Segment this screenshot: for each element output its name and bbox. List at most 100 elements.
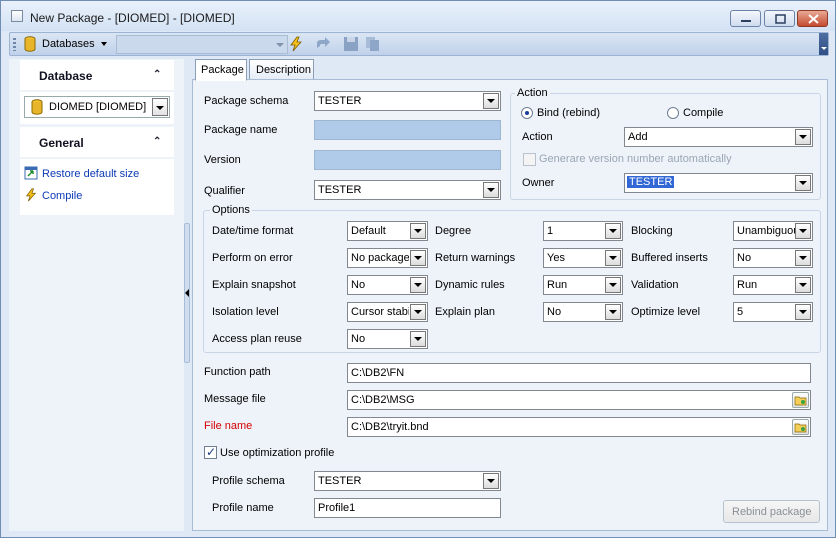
owner-select[interactable]: TESTER — [624, 173, 813, 193]
perform-on-error-select[interactable]: No package — [347, 248, 428, 268]
chevron-down-icon[interactable] — [795, 277, 811, 293]
package-name-label: Package name — [204, 124, 278, 136]
compile-lightning-icon[interactable] — [288, 36, 304, 52]
toolbar-grip[interactable] — [13, 38, 16, 51]
profile-name-input[interactable]: Profile1 — [314, 498, 501, 518]
rebind-package-label: Rebind package — [732, 506, 812, 518]
database-selector[interactable]: DIOMED [DIOMED] — [24, 96, 170, 118]
use-optimization-profile-label: Use optimization profile — [220, 447, 335, 459]
return-warnings-select[interactable]: Yes — [543, 248, 623, 268]
compile-link[interactable]: Compile — [24, 188, 172, 204]
generate-version-checkbox[interactable] — [523, 153, 536, 166]
blocking-label: Blocking — [631, 225, 673, 237]
sidebar: Database ⌃ DIOMED [DIOMED] General ⌃ Res… — [9, 59, 184, 531]
degree-select[interactable]: 1 — [543, 221, 623, 241]
explain-plan-select[interactable]: No — [543, 302, 623, 322]
chevron-down-icon[interactable] — [795, 223, 811, 239]
validation-select[interactable]: Run — [733, 275, 813, 295]
collapse-left-icon — [185, 289, 189, 297]
use-optimization-profile-checkbox[interactable] — [204, 445, 217, 459]
chevron-down-icon[interactable] — [483, 182, 499, 198]
function-path-input[interactable]: C:\DB2\FN — [347, 363, 811, 383]
window-title: New Package - [DIOMED] - [DIOMED] — [30, 11, 235, 25]
profile-schema-select[interactable]: TESTER — [314, 471, 501, 491]
compile-radio[interactable] — [667, 107, 679, 119]
database-icon — [24, 36, 36, 52]
tab-package[interactable]: Package — [195, 59, 247, 81]
chevron-down-icon[interactable] — [605, 250, 621, 266]
compile-radio-label: Compile — [683, 107, 724, 119]
chevron-down-icon[interactable] — [483, 473, 499, 489]
chevron-down-icon[interactable] — [795, 129, 811, 145]
collapse-chevron-icon: ⌃ — [153, 136, 162, 147]
access-plan-reuse-select[interactable]: No — [347, 329, 428, 349]
optimize-level-select[interactable]: 5 — [733, 302, 813, 322]
chevron-down-icon[interactable] — [410, 277, 426, 293]
browse-folder-button[interactable] — [792, 419, 809, 435]
rebind-package-button[interactable]: Rebind package — [723, 500, 820, 523]
maximize-button[interactable] — [764, 10, 795, 27]
chevron-down-icon[interactable] — [605, 277, 621, 293]
tab-description-label: Description — [256, 64, 312, 76]
isolation-level-value: Cursor stability — [351, 306, 409, 318]
blocking-select[interactable]: Unambiguous — [733, 221, 813, 241]
toolbar-overflow-button[interactable] — [819, 33, 828, 55]
generate-version-label: Generare version number automatically — [539, 153, 732, 165]
database-section-header[interactable]: Database ⌃ — [20, 60, 174, 90]
dynamic-rules-select[interactable]: Run — [543, 275, 623, 295]
file-name-label: File name — [204, 420, 253, 432]
databases-dropdown[interactable]: Databases — [42, 38, 95, 50]
message-file-label: Message file — [204, 393, 266, 405]
chevron-down-icon[interactable] — [410, 223, 426, 239]
buffered-inserts-select[interactable]: No — [733, 248, 813, 268]
owner-value: TESTER — [627, 176, 675, 188]
copy-icon[interactable] — [365, 36, 381, 52]
object-combo[interactable] — [116, 35, 288, 54]
datetime-format-value: Default — [351, 225, 386, 237]
qualifier-select[interactable]: TESTER — [314, 180, 501, 200]
chevron-down-icon[interactable] — [483, 93, 499, 109]
close-button[interactable] — [797, 10, 828, 27]
tab-description[interactable]: Description — [249, 59, 314, 80]
package-schema-value: TESTER — [318, 95, 362, 107]
minimize-button[interactable] — [730, 10, 761, 27]
datetime-format-select[interactable]: Default — [347, 221, 428, 241]
chevron-down-icon[interactable] — [410, 304, 426, 320]
file-name-input[interactable]: C:\DB2\tryit.bnd — [347, 417, 811, 437]
forward-icon[interactable] — [315, 36, 331, 52]
message-file-input[interactable]: C:\DB2\MSG — [347, 390, 811, 410]
chevron-down-icon[interactable] — [605, 304, 621, 320]
close-icon — [808, 14, 819, 24]
chevron-down-icon[interactable] — [795, 250, 811, 266]
bind-radio[interactable] — [521, 107, 533, 119]
version-input[interactable] — [314, 150, 501, 170]
explain-snapshot-select[interactable]: No — [347, 275, 428, 295]
general-header-label: General — [39, 136, 84, 150]
sidebar-splitter[interactable] — [184, 223, 192, 363]
qualifier-value: TESTER — [318, 184, 362, 196]
browse-folder-button[interactable] — [792, 392, 809, 408]
restore-size-icon — [24, 166, 38, 180]
chevron-down-icon[interactable] — [410, 331, 426, 347]
chevron-down-icon[interactable] — [795, 175, 811, 191]
chevron-down-icon[interactable] — [795, 304, 811, 320]
tab-package-label: Package — [201, 64, 244, 76]
package-name-input[interactable] — [314, 120, 501, 140]
restore-default-size-link[interactable]: Restore default size — [24, 166, 172, 182]
degree-label: Degree — [435, 225, 472, 237]
explain-plan-label: Explain plan — [435, 306, 495, 318]
general-section-header[interactable]: General ⌃ — [20, 127, 174, 157]
isolation-level-select[interactable]: Cursor stability — [347, 302, 428, 322]
chevron-down-icon[interactable] — [605, 223, 621, 239]
general-panel: Restore default size Compile — [20, 159, 174, 215]
package-schema-select[interactable]: TESTER — [314, 91, 501, 111]
action-select[interactable]: Add — [624, 127, 813, 147]
database-selector-value: DIOMED [DIOMED] — [49, 101, 147, 113]
profile-name-label: Profile name — [212, 502, 274, 514]
chevron-down-icon[interactable] — [410, 250, 426, 266]
datetime-format-label: Date/time format — [212, 225, 294, 237]
save-icon[interactable] — [343, 36, 359, 52]
chevron-down-icon[interactable] — [152, 98, 168, 116]
explain-plan-value: No — [547, 306, 562, 318]
action-group-title: Action — [515, 87, 550, 99]
